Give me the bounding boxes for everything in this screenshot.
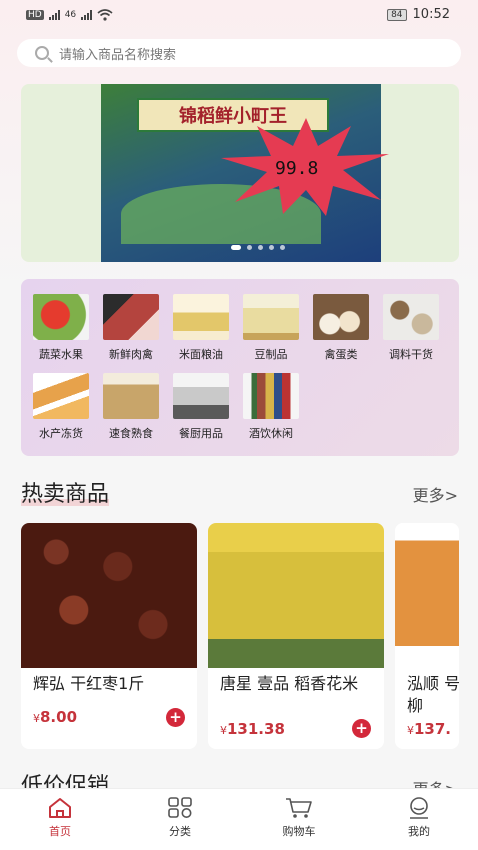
product-name: 泓顺 号鸡柳 <box>407 674 459 715</box>
category-label: 水产冻货 <box>39 427 83 440</box>
price-value: 131.38 <box>227 720 285 738</box>
category-label: 餐厨用品 <box>179 427 223 440</box>
nav-label: 首页 <box>49 825 71 838</box>
category-grid: 蔬菜水果 新鲜肉禽 米面粮油 豆制品 禽蛋类 调料干货 水产冻货 速食熟食 餐厨… <box>21 279 459 456</box>
price-burst <box>221 118 389 216</box>
profile-icon <box>410 797 428 819</box>
wifi-icon <box>97 9 113 21</box>
product-image <box>395 523 459 668</box>
nav-label: 我的 <box>408 825 430 838</box>
category-label: 速食熟食 <box>109 427 153 440</box>
currency-symbol: ¥ <box>220 724 227 737</box>
product-image <box>21 523 197 668</box>
add-to-cart-button[interactable]: + <box>352 719 371 738</box>
product-card[interactable]: 泓顺 号鸡柳 ¥137. <box>395 523 459 749</box>
category-image <box>33 373 89 419</box>
nav-label: 分类 <box>169 825 191 838</box>
nav-label: 购物车 <box>282 825 316 838</box>
category-image <box>383 294 439 340</box>
hd-badge: HD <box>26 10 44 20</box>
category-image <box>243 294 299 340</box>
carousel-dot <box>269 245 274 250</box>
category-kitchenware[interactable]: 餐厨用品 <box>166 373 236 441</box>
category-icon <box>168 797 192 818</box>
price-value: 137. <box>414 720 452 738</box>
category-image <box>243 373 299 419</box>
category-frozen-seafood[interactable]: 水产冻货 <box>26 373 96 441</box>
search-bar[interactable]: 请输入商品名称搜索 <box>17 39 461 67</box>
category-vegetables-fruits[interactable]: 蔬菜水果 <box>26 294 96 362</box>
promo-banner[interactable]: 锦稻鲜小町王 99.8 <box>21 84 459 262</box>
category-drinks-snacks[interactable]: 酒饮休闲 <box>236 373 306 441</box>
carousel-dot <box>247 245 252 250</box>
product-price: ¥131.38 <box>220 720 285 738</box>
category-image <box>103 373 159 419</box>
category-instant-food[interactable]: 速食熟食 <box>96 373 166 441</box>
category-label: 酒饮休闲 <box>249 427 293 440</box>
hot-section-title: 热卖商品 <box>21 476 110 508</box>
nav-category[interactable]: 分类 <box>140 797 220 839</box>
carousel-dot <box>231 245 241 250</box>
category-label: 豆制品 <box>254 348 288 361</box>
cart-icon <box>286 798 312 818</box>
currency-symbol: ¥ <box>407 724 414 737</box>
home-icon <box>49 798 71 818</box>
search-placeholder: 请输入商品名称搜索 <box>59 47 177 63</box>
signal-icon <box>48 10 60 20</box>
category-image <box>173 294 229 340</box>
category-image <box>33 294 89 340</box>
carousel-dots <box>231 245 285 250</box>
product-price: ¥137. <box>407 720 451 738</box>
category-rice-flour-oil[interactable]: 米面粮油 <box>166 294 236 362</box>
status-bar: HD 46 84 10:52 <box>0 0 478 30</box>
signal-icon-2 <box>81 10 93 20</box>
nav-profile[interactable]: 我的 <box>379 797 459 839</box>
category-image <box>173 373 229 419</box>
search-icon <box>35 46 49 60</box>
bottom-nav: 首页 分类 购物车 我的 <box>0 788 478 850</box>
hot-more-link[interactable]: 更多> <box>413 482 458 506</box>
category-label: 新鲜肉禽 <box>109 348 153 361</box>
category-seasonings[interactable]: 调料干货 <box>376 294 446 362</box>
currency-symbol: ¥ <box>33 712 40 725</box>
clock: 10:52 <box>412 7 450 22</box>
product-price: ¥8.00 <box>33 708 77 726</box>
category-label: 米面粮油 <box>179 348 223 361</box>
add-to-cart-button[interactable]: + <box>166 708 185 727</box>
network-badge: 46 <box>64 10 77 20</box>
nav-home[interactable]: 首页 <box>20 797 100 839</box>
price-value: 8.00 <box>40 708 78 726</box>
product-card[interactable]: 唐星 壹品 稻香花米 ¥131.38 + <box>208 523 384 749</box>
category-image <box>103 294 159 340</box>
carousel-dot <box>280 245 285 250</box>
battery-indicator: 84 <box>387 8 407 21</box>
product-name: 辉弘 干红枣1斤 <box>33 674 145 693</box>
product-image <box>208 523 384 668</box>
category-image <box>313 294 369 340</box>
category-label: 调料干货 <box>389 348 433 361</box>
category-label: 蔬菜水果 <box>39 348 83 361</box>
product-card[interactable]: 辉弘 干红枣1斤 ¥8.00 + <box>21 523 197 749</box>
carousel-dot <box>258 245 263 250</box>
category-label: 禽蛋类 <box>324 348 358 361</box>
category-tofu[interactable]: 豆制品 <box>236 294 306 362</box>
product-name: 唐星 壹品 稻香花米 <box>220 674 359 693</box>
category-eggs[interactable]: 禽蛋类 <box>306 294 376 362</box>
nav-cart[interactable]: 购物车 <box>259 797 339 839</box>
category-fresh-meat[interactable]: 新鲜肉禽 <box>96 294 166 362</box>
